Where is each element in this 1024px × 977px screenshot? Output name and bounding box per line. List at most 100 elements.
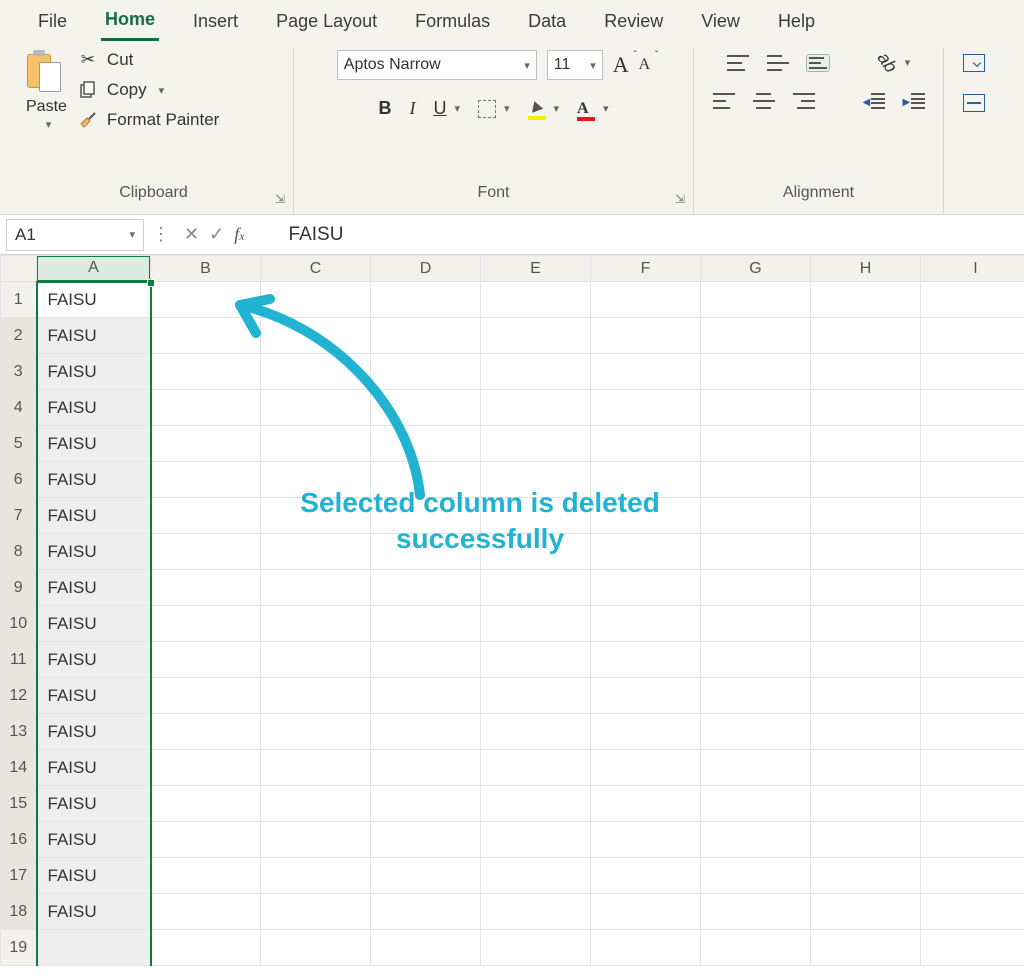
cell-A15[interactable]: FAISU [37, 786, 151, 822]
cell-E18[interactable] [481, 894, 591, 930]
cell-E11[interactable] [481, 642, 591, 678]
cell-A8[interactable]: FAISU [37, 534, 151, 570]
cell-C9[interactable] [261, 570, 371, 606]
font-size-select[interactable]: 11 ▾ [547, 50, 603, 80]
cell-D3[interactable] [371, 354, 481, 390]
cell-F19[interactable] [591, 930, 701, 966]
column-header-D[interactable]: D [371, 256, 481, 282]
cell-H7[interactable] [811, 498, 921, 534]
cell-I7[interactable] [921, 498, 1024, 534]
cell-D7[interactable] [371, 498, 481, 534]
font-dialog-launcher[interactable]: ⇲ [675, 192, 685, 206]
cut-button[interactable]: ✂ Cut [77, 50, 219, 70]
cell-C16[interactable] [261, 822, 371, 858]
cell-E5[interactable] [481, 426, 591, 462]
cell-B1[interactable] [151, 282, 261, 318]
cell-A6[interactable]: FAISU [37, 462, 151, 498]
cell-G7[interactable] [701, 498, 811, 534]
row-header-16[interactable]: 16 [1, 822, 37, 858]
cell-D1[interactable] [371, 282, 481, 318]
tab-home[interactable]: Home [101, 5, 159, 41]
cell-I11[interactable] [921, 642, 1024, 678]
align-center-button[interactable] [753, 93, 775, 109]
cell-G6[interactable] [701, 462, 811, 498]
row-header-9[interactable]: 9 [1, 570, 37, 606]
cell-E7[interactable] [481, 498, 591, 534]
select-all-corner[interactable] [1, 256, 37, 282]
cell-C17[interactable] [261, 858, 371, 894]
cell-A10[interactable]: FAISU [37, 606, 151, 642]
tab-formulas[interactable]: Formulas [411, 7, 494, 40]
cell-H15[interactable] [811, 786, 921, 822]
cell-B5[interactable] [151, 426, 261, 462]
column-header-G[interactable]: G [701, 256, 811, 282]
row-header-5[interactable]: 5 [1, 426, 37, 462]
cell-G18[interactable] [701, 894, 811, 930]
tab-page-layout[interactable]: Page Layout [272, 7, 381, 40]
cell-E2[interactable] [481, 318, 591, 354]
cell-I1[interactable] [921, 282, 1024, 318]
cell-B18[interactable] [151, 894, 261, 930]
italic-button[interactable]: I [409, 98, 415, 119]
column-header-F[interactable]: F [591, 256, 701, 282]
cell-G8[interactable] [701, 534, 811, 570]
cell-E12[interactable] [481, 678, 591, 714]
cell-F13[interactable] [591, 714, 701, 750]
cell-D14[interactable] [371, 750, 481, 786]
cell-H8[interactable] [811, 534, 921, 570]
cell-E15[interactable] [481, 786, 591, 822]
increase-indent-button[interactable]: ▶ [903, 93, 925, 109]
fx-icon[interactable]: fx [234, 224, 244, 245]
row-header-14[interactable]: 14 [1, 750, 37, 786]
cell-F7[interactable] [591, 498, 701, 534]
wrap-text-button[interactable] [963, 54, 985, 72]
row-header-6[interactable]: 6 [1, 462, 37, 498]
cell-G13[interactable] [701, 714, 811, 750]
cell-H5[interactable] [811, 426, 921, 462]
column-header-C[interactable]: C [261, 256, 371, 282]
cell-H17[interactable] [811, 858, 921, 894]
cell-F3[interactable] [591, 354, 701, 390]
tab-help[interactable]: Help [774, 7, 819, 40]
cell-E16[interactable] [481, 822, 591, 858]
enter-formula-button[interactable]: ✓ [209, 224, 224, 245]
cell-C15[interactable] [261, 786, 371, 822]
tab-data[interactable]: Data [524, 7, 570, 40]
font-color-button[interactable]: A ▾ [577, 100, 609, 118]
cell-A11[interactable]: FAISU [37, 642, 151, 678]
cell-E4[interactable] [481, 390, 591, 426]
cell-A17[interactable]: FAISU [37, 858, 151, 894]
cell-B17[interactable] [151, 858, 261, 894]
cell-B7[interactable] [151, 498, 261, 534]
cell-H3[interactable] [811, 354, 921, 390]
cell-C1[interactable] [261, 282, 371, 318]
cell-H18[interactable] [811, 894, 921, 930]
cell-C3[interactable] [261, 354, 371, 390]
align-top-button[interactable] [727, 55, 749, 71]
cell-B4[interactable] [151, 390, 261, 426]
format-painter-button[interactable]: Format Painter [77, 110, 219, 130]
cell-D6[interactable] [371, 462, 481, 498]
cell-D16[interactable] [371, 822, 481, 858]
tab-insert[interactable]: Insert [189, 7, 242, 40]
paste-button[interactable]: Paste ▾ [26, 48, 67, 131]
cell-C4[interactable] [261, 390, 371, 426]
cell-D9[interactable] [371, 570, 481, 606]
cell-A4[interactable]: FAISU [37, 390, 151, 426]
cell-D4[interactable] [371, 390, 481, 426]
cell-D13[interactable] [371, 714, 481, 750]
clipboard-dialog-launcher[interactable]: ⇲ [275, 192, 285, 206]
cell-D5[interactable] [371, 426, 481, 462]
cell-H11[interactable] [811, 642, 921, 678]
copy-button[interactable]: Copy ▾ [77, 80, 219, 100]
cell-H1[interactable] [811, 282, 921, 318]
cell-B3[interactable] [151, 354, 261, 390]
orientation-button[interactable]: ab ▾ [877, 52, 911, 73]
cell-G16[interactable] [701, 822, 811, 858]
underline-button[interactable]: U ▾ [433, 98, 460, 119]
cell-A16[interactable]: FAISU [37, 822, 151, 858]
cell-G5[interactable] [701, 426, 811, 462]
cell-D10[interactable] [371, 606, 481, 642]
cell-C10[interactable] [261, 606, 371, 642]
row-header-17[interactable]: 17 [1, 858, 37, 894]
